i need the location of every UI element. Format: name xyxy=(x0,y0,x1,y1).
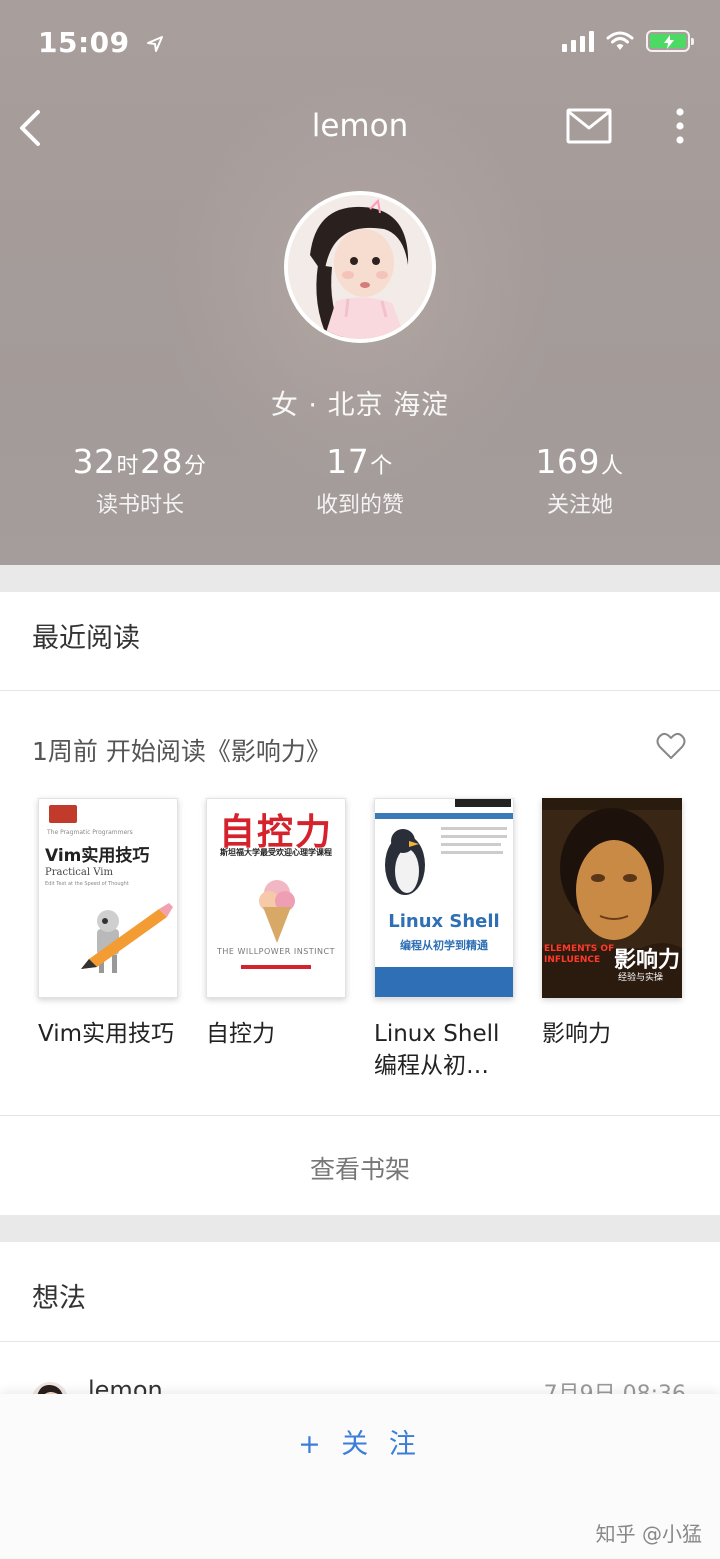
book-title: 影响力 xyxy=(542,1021,611,1047)
book-cover: ELEMENTS OF INFLUENCE 影响力 经验与实操 xyxy=(542,798,682,998)
stat-likes[interactable]: 17个 收到的赞 xyxy=(240,442,480,519)
avatar[interactable] xyxy=(284,191,436,343)
profile-stats: 32时28分 读书时长 17个 收到的赞 169人 关注她 xyxy=(0,442,720,532)
profile-header: 15:09 lemon 女 · 北京 海淀 32时28分 读书时长 17个 收到… xyxy=(0,0,720,565)
book-item[interactable]: Linux Shell 编程从初学到精通 Linux Shell 编程从初… xyxy=(374,798,514,1082)
book-item[interactable]: ELEMENTS OF INFLUENCE 影响力 经验与实操 影响力 xyxy=(542,798,682,1050)
location-arrow-icon xyxy=(146,36,163,52)
status-time: 15:09 xyxy=(38,26,164,59)
more-vertical-icon[interactable] xyxy=(666,104,694,148)
book-title: Vim实用技巧 xyxy=(38,1021,175,1047)
nav-bar: lemon xyxy=(0,90,720,166)
book-cover: 自控力 斯坦福大学最受欢迎心理学课程 THE WILLPOWER INSTINC… xyxy=(206,798,346,998)
penguin-icon xyxy=(385,829,425,895)
view-bookshelf-button[interactable]: 查看书架 xyxy=(0,1150,720,1186)
status-icons xyxy=(562,30,694,52)
ice-cream-icon xyxy=(259,880,295,943)
page-title: lemon xyxy=(311,108,409,144)
charging-bolt-icon xyxy=(664,35,674,49)
book-cover: Linux Shell 编程从初学到精通 xyxy=(374,798,514,998)
robot-pencil-icon xyxy=(81,903,173,973)
stat-reading-time[interactable]: 32时28分 读书时长 xyxy=(20,442,260,519)
heart-icon[interactable] xyxy=(656,732,686,760)
bottom-action-bar: + 关 注 知乎 @小猛 xyxy=(0,1394,720,1559)
reading-activity: 1周前 开始阅读《影响力》 xyxy=(32,737,331,766)
wifi-icon xyxy=(606,31,634,50)
envelope-icon[interactable] xyxy=(566,108,612,144)
book-item[interactable]: 自控力 斯坦福大学最受欢迎心理学课程 THE WILLPOWER INSTINC… xyxy=(206,798,346,1050)
stat-label: 关注她 xyxy=(546,493,613,518)
profile-location: 女 · 北京 海淀 xyxy=(270,390,450,421)
book-title: 自控力 xyxy=(206,1021,275,1047)
stat-value: 169人 xyxy=(535,442,624,481)
divider xyxy=(0,690,720,691)
section-title-recent: 最近阅读 xyxy=(32,623,140,654)
book-cover: The Pragmatic Programmers Vim实用技巧 Practi… xyxy=(38,798,178,998)
recent-reading-card: 最近阅读 1周前 开始阅读《影响力》 The Pragmatic Program… xyxy=(0,592,720,1215)
battery-icon xyxy=(646,30,694,52)
status-bar: 15:09 xyxy=(0,0,720,88)
divider xyxy=(0,1341,720,1342)
book-title: Linux Shell 编程从初… xyxy=(374,1021,500,1079)
watermark: 知乎 @小猛 xyxy=(595,1522,702,1546)
stat-label: 收到的赞 xyxy=(315,493,404,518)
stat-value: 17个 xyxy=(326,442,393,481)
section-title-ideas: 想法 xyxy=(32,1283,86,1314)
stat-label: 读书时长 xyxy=(95,493,184,518)
divider xyxy=(0,1115,720,1116)
signal-icon xyxy=(562,30,594,52)
stat-followers[interactable]: 169人 关注她 xyxy=(460,442,700,519)
book-item[interactable]: The Pragmatic Programmers Vim实用技巧 Practi… xyxy=(38,798,178,1050)
stat-value: 32时28分 xyxy=(72,442,207,481)
follow-button[interactable]: + 关 注 xyxy=(260,1422,460,1466)
